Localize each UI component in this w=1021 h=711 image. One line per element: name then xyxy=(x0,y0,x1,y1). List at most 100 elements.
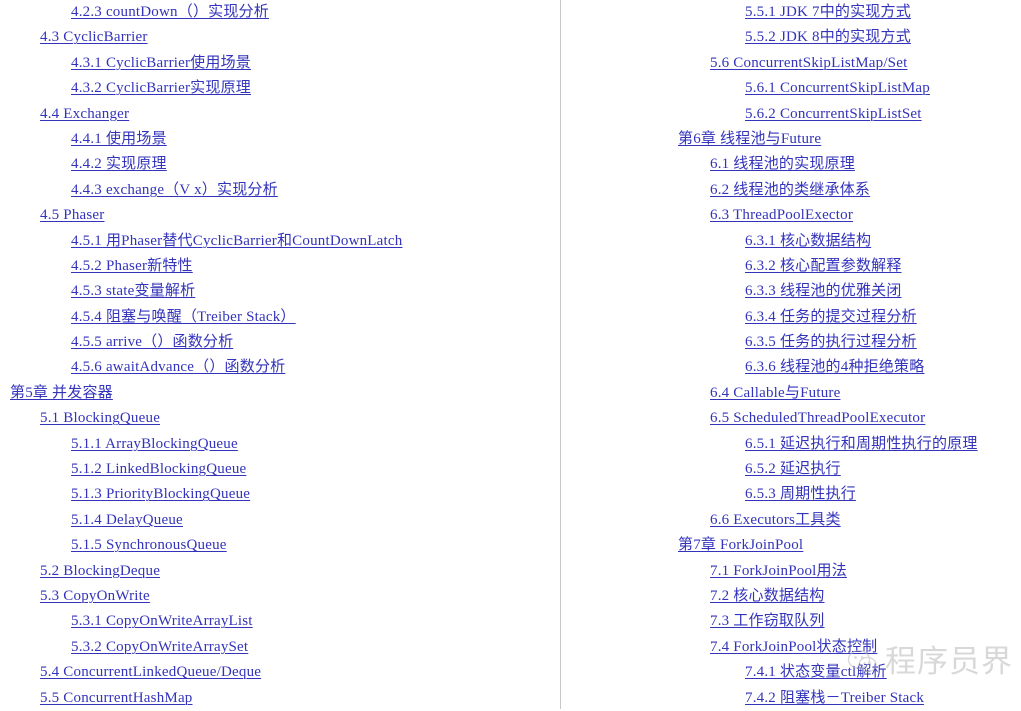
toc-section-link[interactable]: 5.3.2 CopyOnWriteArraySet xyxy=(71,639,248,655)
toc-entry: 7.4.2 阻塞栈－Treiber Stack xyxy=(561,686,1021,711)
toc-entry: 5.1.2 LinkedBlockingQueue xyxy=(0,457,560,482)
toc-page: 4.2.3 countDown（）实现分析 4.3 CyclicBarrier 4.… xyxy=(0,0,1021,709)
toc-section-link[interactable]: 4.3.1 CyclicBarrier使用场景 xyxy=(71,55,251,71)
toc-section-link[interactable]: 5.4 ConcurrentLinkedQueue/Deque xyxy=(40,664,261,680)
toc-section-link[interactable]: 5.6.2 ConcurrentSkipListSet xyxy=(745,106,922,122)
toc-entry: 6.5.1 延迟执行和周期性执行的原理 xyxy=(561,432,1021,457)
toc-entry: 5.1.3 PriorityBlockingQueue xyxy=(0,482,560,507)
toc-section-link[interactable]: 4.5.2 Phaser新特性 xyxy=(71,258,193,274)
toc-section-link[interactable]: 6.6 Executors工具类 xyxy=(710,512,841,528)
toc-entry: 5.4 ConcurrentLinkedQueue/Deque xyxy=(0,660,560,685)
toc-entry: 6.4 Callable与Future xyxy=(561,381,1021,406)
toc-chapter-link[interactable]: 第6章 线程池与Future xyxy=(678,131,821,147)
toc-section-link[interactable]: 5.3 CopyOnWrite xyxy=(40,588,150,604)
toc-section-link[interactable]: 6.3.1 核心数据结构 xyxy=(745,233,871,249)
toc-list-left: 4.2.3 countDown（）实现分析 4.3 CyclicBarrier 4.… xyxy=(0,0,560,711)
toc-entry: 5.3.1 CopyOnWriteArrayList xyxy=(0,609,560,634)
toc-section-link[interactable]: 7.4.1 状态变量ctl解析 xyxy=(745,664,887,680)
toc-section-link[interactable]: 7.3 工作窃取队列 xyxy=(710,613,825,629)
toc-section-link[interactable]: 4.5 Phaser xyxy=(40,207,105,223)
toc-section-link[interactable]: 4.4 Exchanger xyxy=(40,106,129,122)
toc-entry: 6.5.3 周期性执行 xyxy=(561,482,1021,507)
toc-entry: 5.1.4 DelayQueue xyxy=(0,508,560,533)
toc-section-link[interactable]: 6.3 ThreadPoolExector xyxy=(710,207,853,223)
toc-section-link[interactable]: 6.3.2 核心配置参数解释 xyxy=(745,258,902,274)
toc-section-link[interactable]: 7.4.2 阻塞栈－Treiber Stack xyxy=(745,690,924,706)
toc-entry: 6.5.2 延迟执行 xyxy=(561,457,1021,482)
toc-section-link[interactable]: 5.2 BlockingDeque xyxy=(40,563,160,579)
toc-section-link[interactable]: 6.5.2 延迟执行 xyxy=(745,461,841,477)
toc-section-link[interactable]: 4.4.3 exchange（V x）实现分析 xyxy=(71,182,278,198)
toc-entry: 4.5 Phaser xyxy=(0,203,560,228)
toc-entry: 4.4.3 exchange（V x）实现分析 xyxy=(0,178,560,203)
toc-entry: 5.1 BlockingQueue xyxy=(0,406,560,431)
toc-entry: 6.3.5 任务的执行过程分析 xyxy=(561,330,1021,355)
toc-section-link[interactable]: 6.5.3 周期性执行 xyxy=(745,486,856,502)
toc-section-link[interactable]: 5.5.2 JDK 8中的实现方式 xyxy=(745,29,911,45)
toc-section-link[interactable]: 6.3.6 线程池的4种拒绝策略 xyxy=(745,359,924,375)
toc-section-link[interactable]: 6.3.3 线程池的优雅关闭 xyxy=(745,283,902,299)
toc-section-link[interactable]: 5.1.3 PriorityBlockingQueue xyxy=(71,486,250,502)
toc-entry: 4.5.1 用Phaser替代CyclicBarrier和CountDownLa… xyxy=(0,229,560,254)
toc-entry: 5.1.1 ArrayBlockingQueue xyxy=(0,432,560,457)
toc-section-link[interactable]: 5.6.1 ConcurrentSkipListMap xyxy=(745,80,930,96)
toc-entry: 4.5.2 Phaser新特性 xyxy=(0,254,560,279)
toc-section-link[interactable]: 6.5 ScheduledThreadPoolExecutor xyxy=(710,410,925,426)
toc-entry: 6.3.1 核心数据结构 xyxy=(561,229,1021,254)
toc-section-link[interactable]: 5.1.1 ArrayBlockingQueue xyxy=(71,436,238,452)
toc-entry: 6.3 ThreadPoolExector xyxy=(561,203,1021,228)
toc-section-link[interactable]: 4.5.5 arrive（）函数分析 xyxy=(71,334,233,350)
toc-section-link[interactable]: 5.1.2 LinkedBlockingQueue xyxy=(71,461,246,477)
toc-entry: 6.3.6 线程池的4种拒绝策略 xyxy=(561,355,1021,380)
toc-entry: 6.3.2 核心配置参数解释 xyxy=(561,254,1021,279)
toc-entry: 5.5 ConcurrentHashMap xyxy=(0,686,560,711)
toc-entry: 6.2 线程池的类继承体系 xyxy=(561,178,1021,203)
toc-entry: 5.3.2 CopyOnWriteArraySet xyxy=(0,635,560,660)
toc-section-link[interactable]: 4.5.3 state变量解析 xyxy=(71,283,195,299)
toc-section-link[interactable]: 6.2 线程池的类继承体系 xyxy=(710,182,870,198)
toc-entry: 7.2 核心数据结构 xyxy=(561,584,1021,609)
toc-section-link[interactable]: 6.4 Callable与Future xyxy=(710,385,840,401)
toc-entry: 5.6.2 ConcurrentSkipListSet xyxy=(561,102,1021,127)
toc-section-link[interactable]: 5.5.1 JDK 7中的实现方式 xyxy=(745,4,911,20)
toc-entry: 第7章 ForkJoinPool xyxy=(561,533,1021,558)
toc-section-link[interactable]: 5.1 BlockingQueue xyxy=(40,410,160,426)
toc-section-link[interactable]: 5.1.5 SynchronousQueue xyxy=(71,537,227,553)
toc-entry: 5.5.2 JDK 8中的实现方式 xyxy=(561,25,1021,50)
toc-entry: 4.5.6 awaitAdvance（）函数分析 xyxy=(0,355,560,380)
toc-entry: 6.5 ScheduledThreadPoolExecutor xyxy=(561,406,1021,431)
toc-entry: 4.5.3 state变量解析 xyxy=(0,279,560,304)
toc-section-link[interactable]: 4.5.4 阻塞与唤醒（Treiber Stack） xyxy=(71,309,296,325)
toc-section-link[interactable]: 5.5 ConcurrentHashMap xyxy=(40,690,193,706)
toc-entry: 5.1.5 SynchronousQueue xyxy=(0,533,560,558)
toc-section-link[interactable]: 6.3.4 任务的提交过程分析 xyxy=(745,309,917,325)
toc-section-link[interactable]: 4.3 CyclicBarrier xyxy=(40,29,148,45)
toc-section-link[interactable]: 7.2 核心数据结构 xyxy=(710,588,825,604)
toc-entry: 4.3 CyclicBarrier xyxy=(0,25,560,50)
toc-section-link[interactable]: 4.4.1 使用场景 xyxy=(71,131,167,147)
toc-entry: 6.3.4 任务的提交过程分析 xyxy=(561,305,1021,330)
toc-section-link[interactable]: 6.1 线程池的实现原理 xyxy=(710,156,855,172)
toc-section-link[interactable]: 4.3.2 CyclicBarrier实现原理 xyxy=(71,80,251,96)
toc-section-link[interactable]: 7.1 ForkJoinPool用法 xyxy=(710,563,847,579)
toc-section-link[interactable]: 5.6 ConcurrentSkipListMap/Set xyxy=(710,55,907,71)
toc-section-link[interactable]: 4.5.1 用Phaser替代CyclicBarrier和CountDownLa… xyxy=(71,233,402,249)
toc-section-link[interactable]: 6.3.5 任务的执行过程分析 xyxy=(745,334,917,350)
toc-entry: 7.3 工作窃取队列 xyxy=(561,609,1021,634)
toc-entry: 5.3 CopyOnWrite xyxy=(0,584,560,609)
toc-chapter-link[interactable]: 第7章 ForkJoinPool xyxy=(678,537,803,553)
toc-entry: 4.4.2 实现原理 xyxy=(0,152,560,177)
toc-section-link[interactable]: 7.4 ForkJoinPool状态控制 xyxy=(710,639,877,655)
toc-section-link[interactable]: 4.2.3 countDown（）实现分析 xyxy=(71,4,269,20)
toc-section-link[interactable]: 4.4.2 实现原理 xyxy=(71,156,167,172)
toc-entry: 6.1 线程池的实现原理 xyxy=(561,152,1021,177)
toc-entry: 5.2 BlockingDeque xyxy=(0,559,560,584)
toc-entry: 5.5.1 JDK 7中的实现方式 xyxy=(561,0,1021,25)
toc-section-link[interactable]: 6.5.1 延迟执行和周期性执行的原理 xyxy=(745,436,978,452)
toc-section-link[interactable]: 5.1.4 DelayQueue xyxy=(71,512,183,528)
toc-chapter-link[interactable]: 第5章 并发容器 xyxy=(10,385,113,401)
toc-section-link[interactable]: 4.5.6 awaitAdvance（）函数分析 xyxy=(71,359,285,375)
toc-section-link[interactable]: 5.3.1 CopyOnWriteArrayList xyxy=(71,613,253,629)
toc-entry: 7.4 ForkJoinPool状态控制 xyxy=(561,635,1021,660)
toc-entry: 5.6.1 ConcurrentSkipListMap xyxy=(561,76,1021,101)
